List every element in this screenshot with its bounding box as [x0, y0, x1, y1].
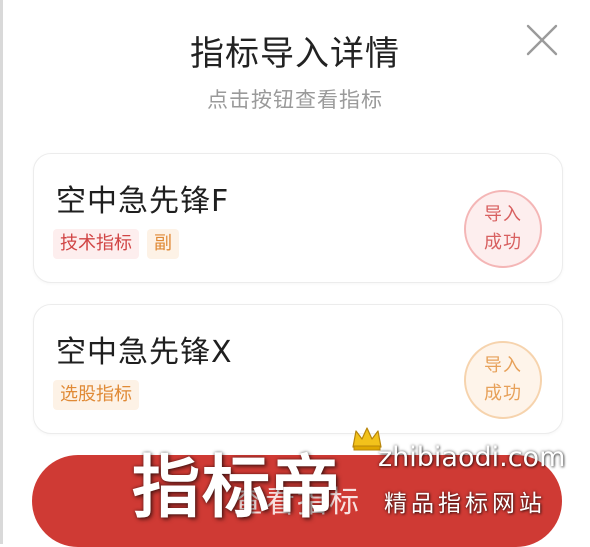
- close-button[interactable]: [522, 22, 562, 58]
- dialog-subtitle: 点击按钮查看指标: [207, 88, 383, 112]
- indicator-name: 空中急先锋X: [56, 335, 233, 370]
- import-success-stamp: 导入 成功: [464, 190, 542, 268]
- indicator-tags: 选股指标: [53, 380, 139, 410]
- tag-technical: 技术指标: [53, 229, 139, 259]
- watermark-slogan: 精品指标网站: [384, 491, 546, 517]
- tag-sub-chart: 副: [147, 229, 179, 259]
- indicator-card[interactable]: 空中急先锋X 选股指标 导入 成功: [33, 304, 563, 434]
- stamp-line-1: 导入: [484, 204, 522, 225]
- stamp-line-2: 成功: [484, 383, 522, 404]
- stamp-line-1: 导入: [484, 355, 522, 376]
- dialog-header: 指标导入详情 点击按钮查看指标: [0, 0, 590, 130]
- indicator-card[interactable]: 空中急先锋F 技术指标 副 导入 成功: [33, 153, 563, 283]
- watermark-logo: 指标帝: [132, 449, 343, 528]
- indicator-tags: 技术指标 副: [53, 229, 179, 259]
- import-success-stamp: 导入 成功: [464, 341, 542, 419]
- dialog-title: 指标导入详情: [190, 34, 400, 74]
- watermark-url: zhibiaodi.com: [378, 442, 566, 473]
- tag-stock-screen: 选股指标: [53, 380, 139, 410]
- stamp-line-2: 成功: [484, 232, 522, 253]
- indicator-name: 空中急先锋F: [56, 184, 230, 219]
- close-icon: [526, 24, 558, 56]
